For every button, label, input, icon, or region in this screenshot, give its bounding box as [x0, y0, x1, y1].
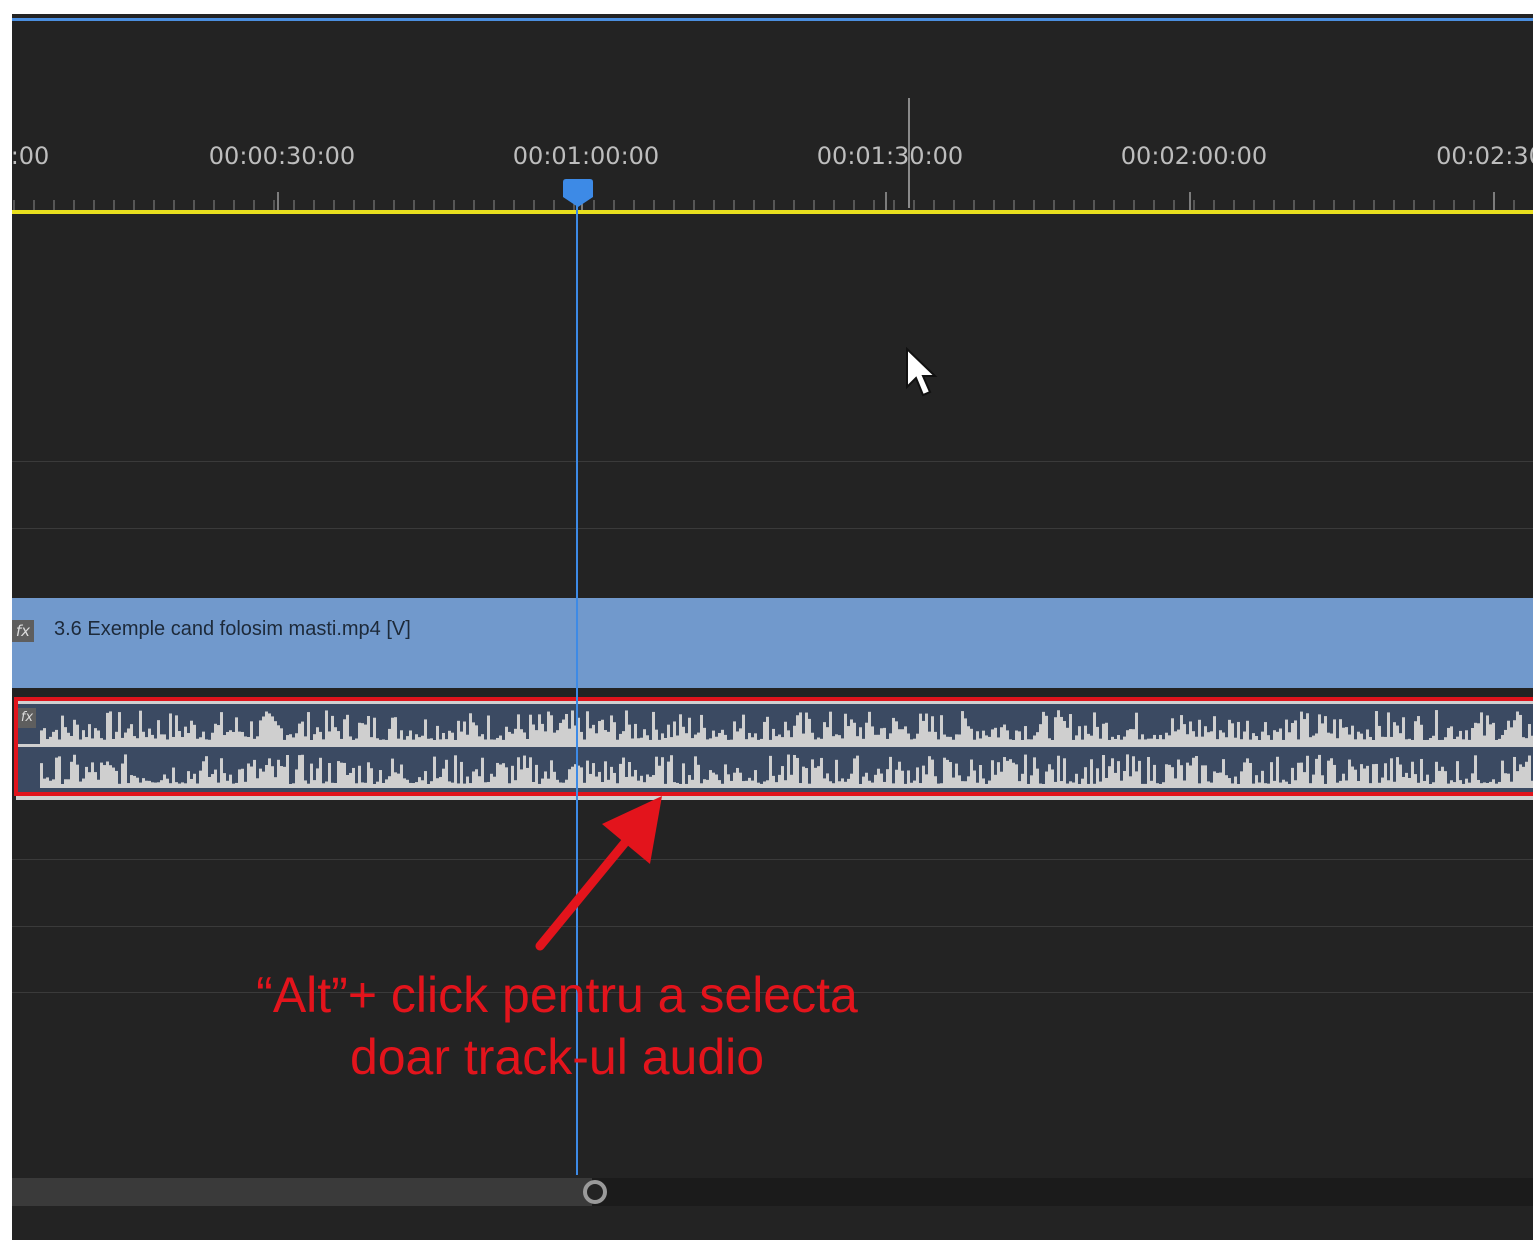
horizontal-scrollbar[interactable]: [12, 1178, 1533, 1206]
mouse-cursor-icon: [906, 347, 938, 397]
track-divider: [12, 461, 1533, 462]
work-area-bar[interactable]: [12, 210, 1533, 214]
annotation-text: “Alt”+ click pentru a selecta doar track…: [172, 964, 942, 1088]
video-clip[interactable]: fx 3.6 Exemple cand folosim masti.mp4 [V…: [12, 598, 1533, 688]
timecode-label: 00:02:00:00: [1120, 142, 1268, 170]
timeline-panel: :00 00:00:30:00 00:01:00:00 00:01:30:00 …: [12, 14, 1533, 1240]
track-divider: [12, 859, 1533, 860]
annotation-line-1: “Alt”+ click pentru a selecta: [256, 967, 858, 1023]
ruler-ticks: [13, 192, 1515, 210]
annotation-arrow-icon: [535, 796, 662, 951]
zoom-handle[interactable]: [583, 1180, 607, 1204]
playhead-handle[interactable]: [563, 179, 593, 207]
clip-name: 3.6 Exemple cand folosim masti.mp4 [V]: [54, 618, 411, 640]
fx-badge: fx: [12, 620, 34, 642]
scrollbar-thumb[interactable]: [12, 1178, 592, 1206]
ruler-hover-marker: [908, 98, 910, 208]
track-divider: [12, 926, 1533, 927]
timecode-label: :00: [12, 142, 50, 170]
track-divider: [12, 528, 1533, 529]
timecode-label: 00:01:00:00: [512, 142, 660, 170]
timecode-label: 00:00:30:00: [208, 142, 356, 170]
timecode-label: 00:01:30:00: [816, 142, 964, 170]
annotation-line-2: doar track-ul audio: [349, 1029, 765, 1085]
fx-badge: fx: [18, 708, 36, 728]
time-ruler[interactable]: :00 00:00:30:00 00:01:00:00 00:01:30:00 …: [12, 14, 1533, 214]
timecode-label: 00:02:30: [1436, 142, 1533, 170]
audio-clip[interactable]: fx: [16, 700, 1533, 800]
audio-waveform: [16, 710, 1533, 788]
